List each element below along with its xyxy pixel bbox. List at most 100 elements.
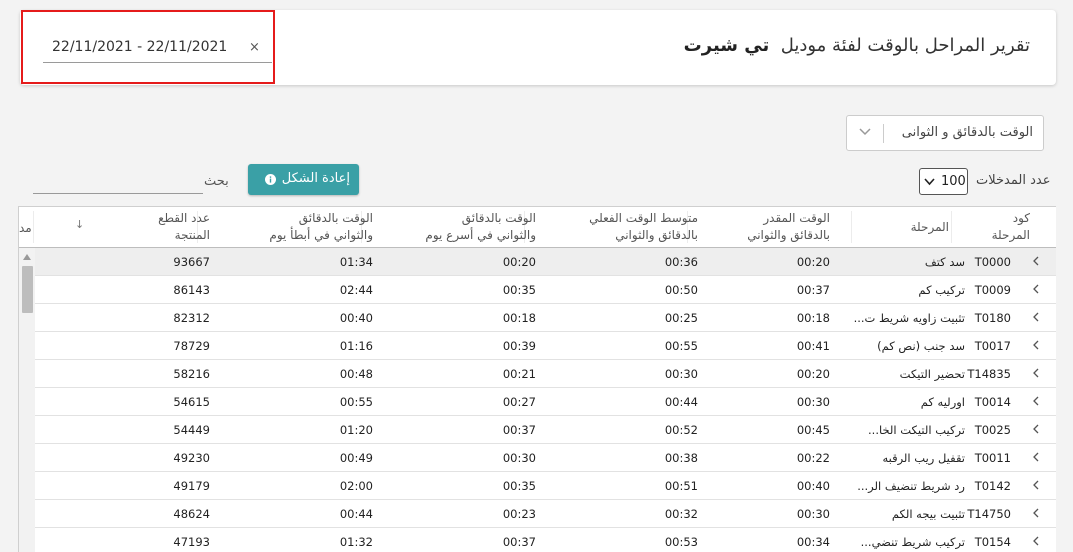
table-row[interactable]: T0025 تركيب التيكت الخا... 00:45 00:52 00:37… <box>35 416 1056 444</box>
cell-cut: 93667 <box>173 255 210 269</box>
col-header-code[interactable]: كود المرحلة <box>992 210 1030 244</box>
col-header-fastest-day[interactable]: الوقت بالدقائق والثواني في أسرع يوم <box>425 210 536 244</box>
col-header-slow-line2: والثواني في أبطأ يوم <box>269 228 373 242</box>
chevron-left-icon[interactable] <box>1031 339 1041 351</box>
cell-cut: 49230 <box>173 451 210 465</box>
cell-cut: 48624 <box>173 507 210 521</box>
clear-date-icon[interactable]: × <box>249 40 260 55</box>
cell-stage: تحضير التيكت <box>899 367 965 381</box>
cell-code: T0011 <box>974 451 1011 465</box>
search-label: بحث <box>204 174 229 189</box>
search-input[interactable] <box>33 172 203 194</box>
col-header-est-line1: الوقت المقدر <box>763 211 830 225</box>
chevron-left-icon[interactable] <box>1031 535 1041 547</box>
chevron-left-icon[interactable] <box>1031 283 1041 295</box>
table-scrollbar[interactable] <box>19 248 35 552</box>
date-range-field[interactable]: 22/11/2021 - 22/11/2021 × <box>43 37 272 63</box>
cell-stage: تركيب شريط تنضي... <box>860 535 965 549</box>
chevron-left-icon[interactable] <box>1031 367 1041 379</box>
cell-code: T0154 <box>974 535 1011 549</box>
table-row[interactable]: T0000 سد كتف 00:20 00:36 00:20 01:34 93667 <box>35 248 1056 276</box>
select-separator <box>883 124 884 143</box>
col-header-stage[interactable]: المرحلة <box>911 219 949 236</box>
cell-slow: 02:44 <box>339 283 373 297</box>
cell-fast: 00:20 <box>502 255 536 269</box>
col-header-actual-time[interactable]: متوسط الوقت الفعلي بالدقائق والثواني <box>589 210 698 244</box>
cell-stage: تثبيت بيجه الكم <box>891 507 965 521</box>
sort-down-arrow-icon[interactable]: ↓ <box>75 218 84 231</box>
cell-est: 00:30 <box>796 395 830 409</box>
table-row[interactable]: T0017 سد جنب (نص كم) 00:41 00:55 00:39 01:16 7… <box>35 332 1056 360</box>
cell-stage: سد كتف <box>924 255 965 269</box>
cell-slow: 00:48 <box>339 367 373 381</box>
cell-code: T14835 <box>967 367 1011 381</box>
table-row[interactable]: T14750 تثبيت بيجه الكم 00:30 00:32 00:23 00:4… <box>35 500 1056 528</box>
cell-act: 00:44 <box>664 395 698 409</box>
chevron-left-icon[interactable] <box>1031 507 1041 519</box>
col-header-code-line1: كود <box>1012 211 1030 225</box>
chevron-left-icon[interactable] <box>1031 479 1041 491</box>
cell-cut: 82312 <box>173 311 210 325</box>
table-row[interactable]: T14835 تحضير التيكت 00:20 00:30 00:21 00:48 58… <box>35 360 1056 388</box>
cell-slow: 00:44 <box>339 507 373 521</box>
entries-label: عدد المدخلات <box>976 173 1051 188</box>
cell-slow: 01:16 <box>339 339 373 353</box>
col-header-code-line2: المرحلة <box>991 228 1030 242</box>
cell-est: 00:41 <box>796 339 830 353</box>
chevron-left-icon[interactable] <box>1031 255 1041 267</box>
cell-act: 00:55 <box>664 339 698 353</box>
cell-slow: 00:49 <box>339 451 373 465</box>
table-row[interactable]: T0154 تركيب شريط تنضي... 00:34 00:53 00:37 01… <box>35 528 1056 552</box>
cell-code: T0142 <box>974 479 1011 493</box>
time-unit-select[interactable]: الوقت بالدقائق و الثوانى <box>846 115 1044 151</box>
cell-code: T0000 <box>974 255 1011 269</box>
table-row[interactable]: T0011 تقفيل ريب الرقبه 00:22 00:38 00:30 00:4… <box>35 444 1056 472</box>
cell-fast: 00:37 <box>502 423 536 437</box>
chevron-left-icon[interactable] <box>1031 423 1041 435</box>
cell-slow: 02:00 <box>339 479 373 493</box>
cell-est: 00:22 <box>796 451 830 465</box>
column-divider <box>851 211 852 243</box>
chevron-left-icon[interactable] <box>1031 395 1041 407</box>
cell-est: 00:34 <box>796 535 830 549</box>
entries-select-value: 100 <box>941 174 966 189</box>
cell-code: T0180 <box>974 311 1011 325</box>
report-title: تقرير المراحل بالوقت لفئة موديل تي شيرت <box>684 35 1030 56</box>
col-header-estimated-time[interactable]: الوقت المقدر بالدقائق والثواني <box>747 210 830 244</box>
scrollbar-thumb[interactable] <box>22 266 33 313</box>
stages-table: كود المرحلة المرحلة الوقت المقدر بالدقائق … <box>18 206 1056 552</box>
cell-act: 00:52 <box>664 423 698 437</box>
cell-est: 00:45 <box>796 423 830 437</box>
date-range-value: 22/11/2021 - 22/11/2021 <box>52 39 228 55</box>
col-header-fast-line2: والثواني في أسرع يوم <box>425 228 536 242</box>
chevron-down-icon <box>924 178 935 186</box>
cell-stage: تركيب كم <box>918 283 965 297</box>
col-header-truncated[interactable]: مد <box>19 221 32 235</box>
col-header-est-line2: بالدقائق والثواني <box>747 228 830 242</box>
col-header-slow-line1: الوقت بالدقائق <box>298 211 373 225</box>
scroll-up-arrow-icon[interactable] <box>23 254 31 260</box>
reset-layout-button[interactable]: إعادة الشكل <box>248 164 359 195</box>
column-divider <box>951 211 952 243</box>
info-circle-icon <box>265 174 276 185</box>
cell-fast: 00:37 <box>502 535 536 549</box>
cell-cut: 86143 <box>173 283 210 297</box>
chevron-left-icon[interactable] <box>1031 451 1041 463</box>
cell-code: T0009 <box>974 283 1011 297</box>
col-header-pieces-produced[interactable]: عدد القطع المنتجة <box>158 210 210 244</box>
table-row[interactable]: T0142 رد شريط تنضيف الر... 00:40 00:51 00:35… <box>35 472 1056 500</box>
cell-code: T0014 <box>974 395 1011 409</box>
col-header-slowest-day[interactable]: الوقت بالدقائق والثواني في أبطأ يوم <box>269 210 373 244</box>
column-divider <box>33 211 34 243</box>
table-row[interactable]: T0180 تثبيت زاويه شريط ت... 00:18 00:25 00:1… <box>35 304 1056 332</box>
chevron-left-icon[interactable] <box>1031 311 1041 323</box>
cell-fast: 00:39 <box>502 339 536 353</box>
table-row[interactable]: T0009 تركيب كم 00:37 00:50 00:35 02:44 86143 <box>35 276 1056 304</box>
report-model-name: تي شيرت <box>683 35 770 56</box>
chevron-down-icon[interactable] <box>858 124 872 138</box>
cell-slow: 00:40 <box>339 311 373 325</box>
entries-select[interactable]: 100 <box>919 168 968 195</box>
cell-code: T14750 <box>967 507 1011 521</box>
table-row[interactable]: T0014 اورليه كم 00:30 00:44 00:27 00:55 54615 <box>35 388 1056 416</box>
cell-slow: 01:32 <box>339 535 373 549</box>
